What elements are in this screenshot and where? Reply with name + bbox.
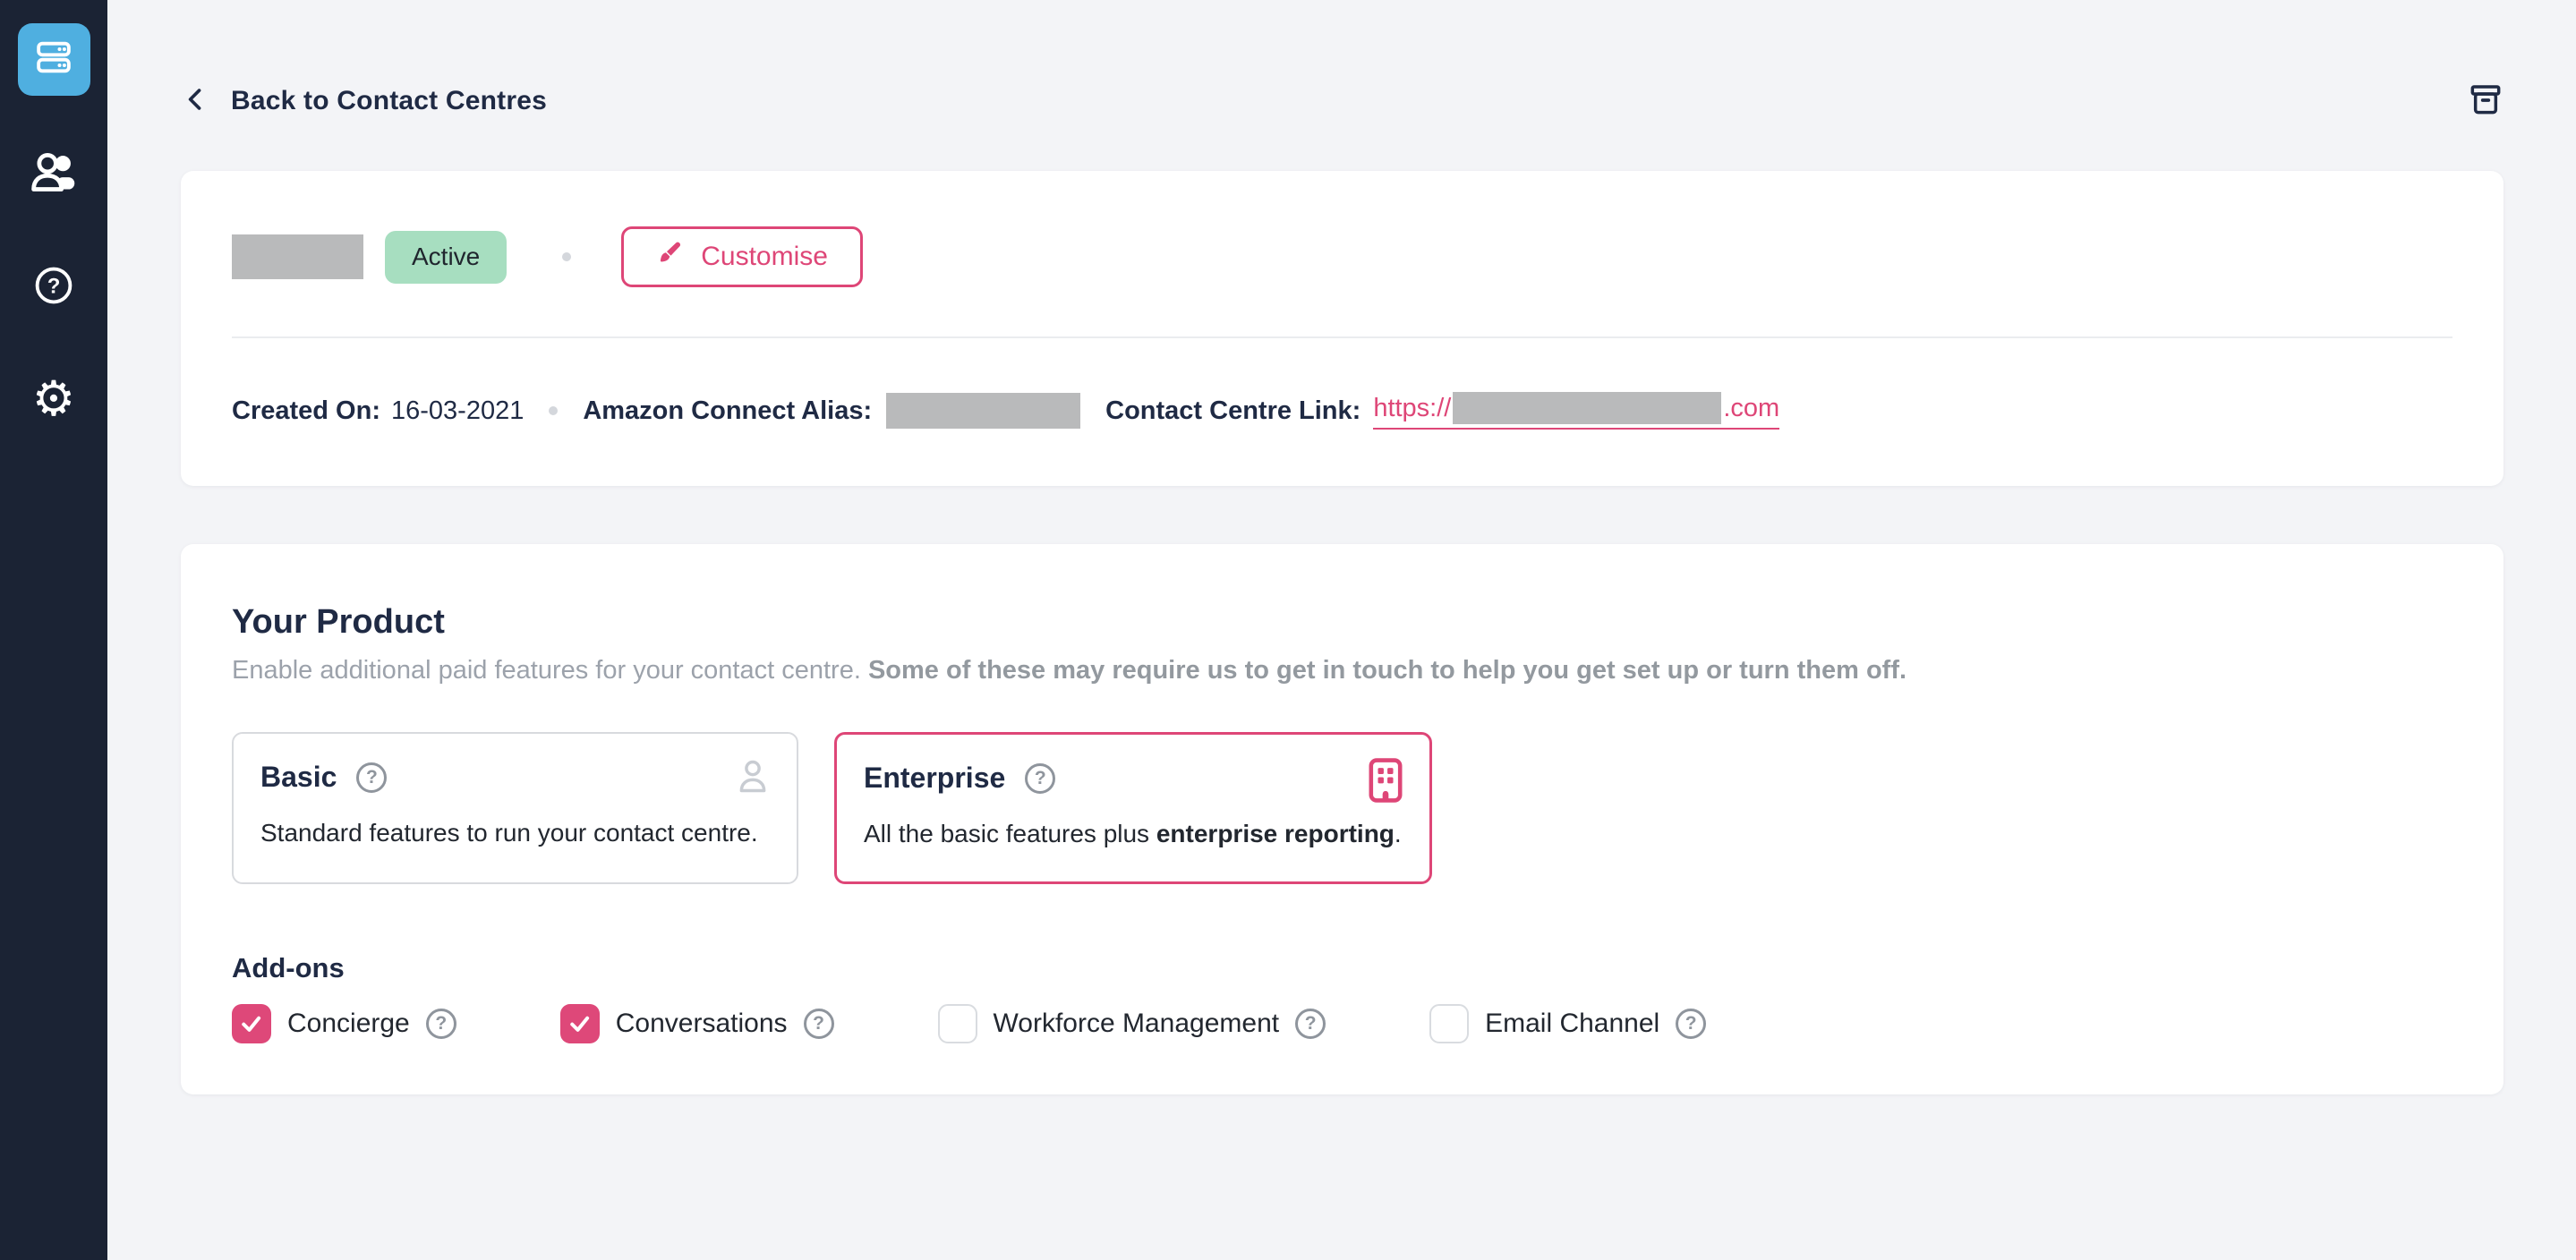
your-product-card: Your Product Enable additional paid feat… (181, 544, 2503, 1094)
svg-text:?: ? (47, 274, 61, 298)
page-header: Back to Contact Centres (181, 82, 2503, 120)
section-title: Your Product (232, 603, 2452, 642)
servers-icon (33, 37, 74, 82)
help-circle-icon[interactable] (1295, 1009, 1326, 1039)
help-icon: ? (33, 265, 74, 311)
plan-description: Standard features to run your contact ce… (260, 819, 770, 847)
person-icon (732, 755, 773, 796)
addon-label: Email Channel (1485, 1009, 1659, 1039)
overview-card: Active Customise Created On: 16-03-2021 … (181, 171, 2503, 486)
main-content: Back to Contact Centres Active (107, 0, 2576, 1094)
addon-label: Workforce Management (994, 1009, 1280, 1039)
check-icon (238, 1010, 265, 1037)
card-divider (232, 336, 2452, 338)
alias-redaction (886, 393, 1080, 429)
plan-card-enterprise[interactable]: Enterprise All the basic features plus e… (834, 732, 1432, 884)
help-circle-icon[interactable] (356, 762, 387, 793)
overview-meta-row: Created On: 16-03-2021 Amazon Connect Al… (232, 388, 2452, 433)
addon-label: Conversations (616, 1009, 788, 1039)
check-icon (567, 1010, 593, 1037)
overview-header-row: Active Customise (232, 171, 2452, 287)
settings-gear-icon (32, 375, 75, 423)
customise-button[interactable]: Customise (621, 226, 863, 287)
addon-checkbox[interactable] (1429, 1004, 1469, 1043)
separator-dot (549, 406, 558, 415)
plan-header: Basic (260, 761, 770, 794)
subtitle-normal: Enable additional paid features for your… (232, 656, 868, 685)
link-redaction (1453, 392, 1721, 424)
help-circle-icon[interactable] (1025, 763, 1055, 794)
addon-label: Concierge (287, 1009, 410, 1039)
link-suffix: .com (1723, 394, 1779, 423)
help-circle-icon[interactable] (426, 1009, 456, 1039)
plan-description-end: . (1395, 820, 1402, 847)
plan-name: Basic (260, 761, 337, 794)
help-circle-icon[interactable] (1676, 1009, 1706, 1039)
sidebar: ? (0, 0, 107, 1260)
addon-checkbox[interactable] (232, 1004, 271, 1043)
customise-button-label: Customise (701, 242, 828, 272)
plan-description-normal: All the basic features plus (864, 820, 1156, 847)
plan-name: Enterprise (864, 762, 1005, 795)
addon-item-email-channel: Email Channel (1429, 1004, 1706, 1043)
addon-item-conversations: Conversations (560, 1004, 834, 1043)
plan-card-basic[interactable]: Basic Standard features to run your cont… (232, 732, 798, 884)
link-prefix: https:// (1373, 394, 1451, 423)
sidebar-item-contact-centres[interactable] (18, 23, 90, 96)
addon-checkbox[interactable] (560, 1004, 600, 1043)
created-on-value: 16-03-2021 (391, 396, 524, 426)
back-link[interactable]: Back to Contact Centres (181, 84, 547, 119)
back-link-label: Back to Contact Centres (231, 86, 547, 116)
plan-description: All the basic features plus enterprise r… (864, 820, 1403, 848)
contact-centre-name-redaction (232, 234, 363, 279)
sidebar-item-help[interactable]: ? (33, 265, 74, 311)
help-circle-icon[interactable] (804, 1009, 834, 1039)
section-subtitle: Enable additional paid features for your… (232, 656, 2452, 685)
archive-button[interactable] (2468, 81, 2503, 122)
created-on-label: Created On: (232, 396, 380, 426)
contact-centre-link-group: Contact Centre Link: https:// .com (1105, 392, 1779, 430)
addon-item-concierge: Concierge (232, 1004, 456, 1043)
users-icon (29, 151, 79, 199)
contact-centre-link-label: Contact Centre Link: (1105, 396, 1361, 426)
amazon-connect-alias-label: Amazon Connect Alias: (583, 396, 872, 426)
chevron-left-icon (181, 84, 211, 119)
sidebar-item-users[interactable] (29, 151, 79, 199)
plan-description-bold: enterprise reporting (1156, 820, 1395, 847)
addons-title: Add-ons (232, 952, 2452, 984)
contact-centre-link[interactable]: https:// .com (1373, 392, 1779, 430)
plan-cards-row: Basic Standard features to run your cont… (232, 732, 2452, 884)
addon-item-workforce-management: Workforce Management (938, 1004, 1326, 1043)
paintbrush-icon (656, 239, 685, 275)
alias-group: Amazon Connect Alias: (583, 393, 1080, 429)
plan-header: Enterprise (864, 762, 1403, 795)
addons-row: Concierge Conversations Workforc (232, 1004, 2452, 1043)
archive-icon (2468, 81, 2503, 122)
separator-dot (562, 252, 571, 261)
sidebar-item-settings[interactable] (32, 375, 75, 423)
status-badge: Active (385, 231, 507, 284)
building-icon (1365, 756, 1406, 805)
subtitle-bold: Some of these may require us to get in t… (868, 656, 1906, 685)
addon-checkbox[interactable] (938, 1004, 977, 1043)
